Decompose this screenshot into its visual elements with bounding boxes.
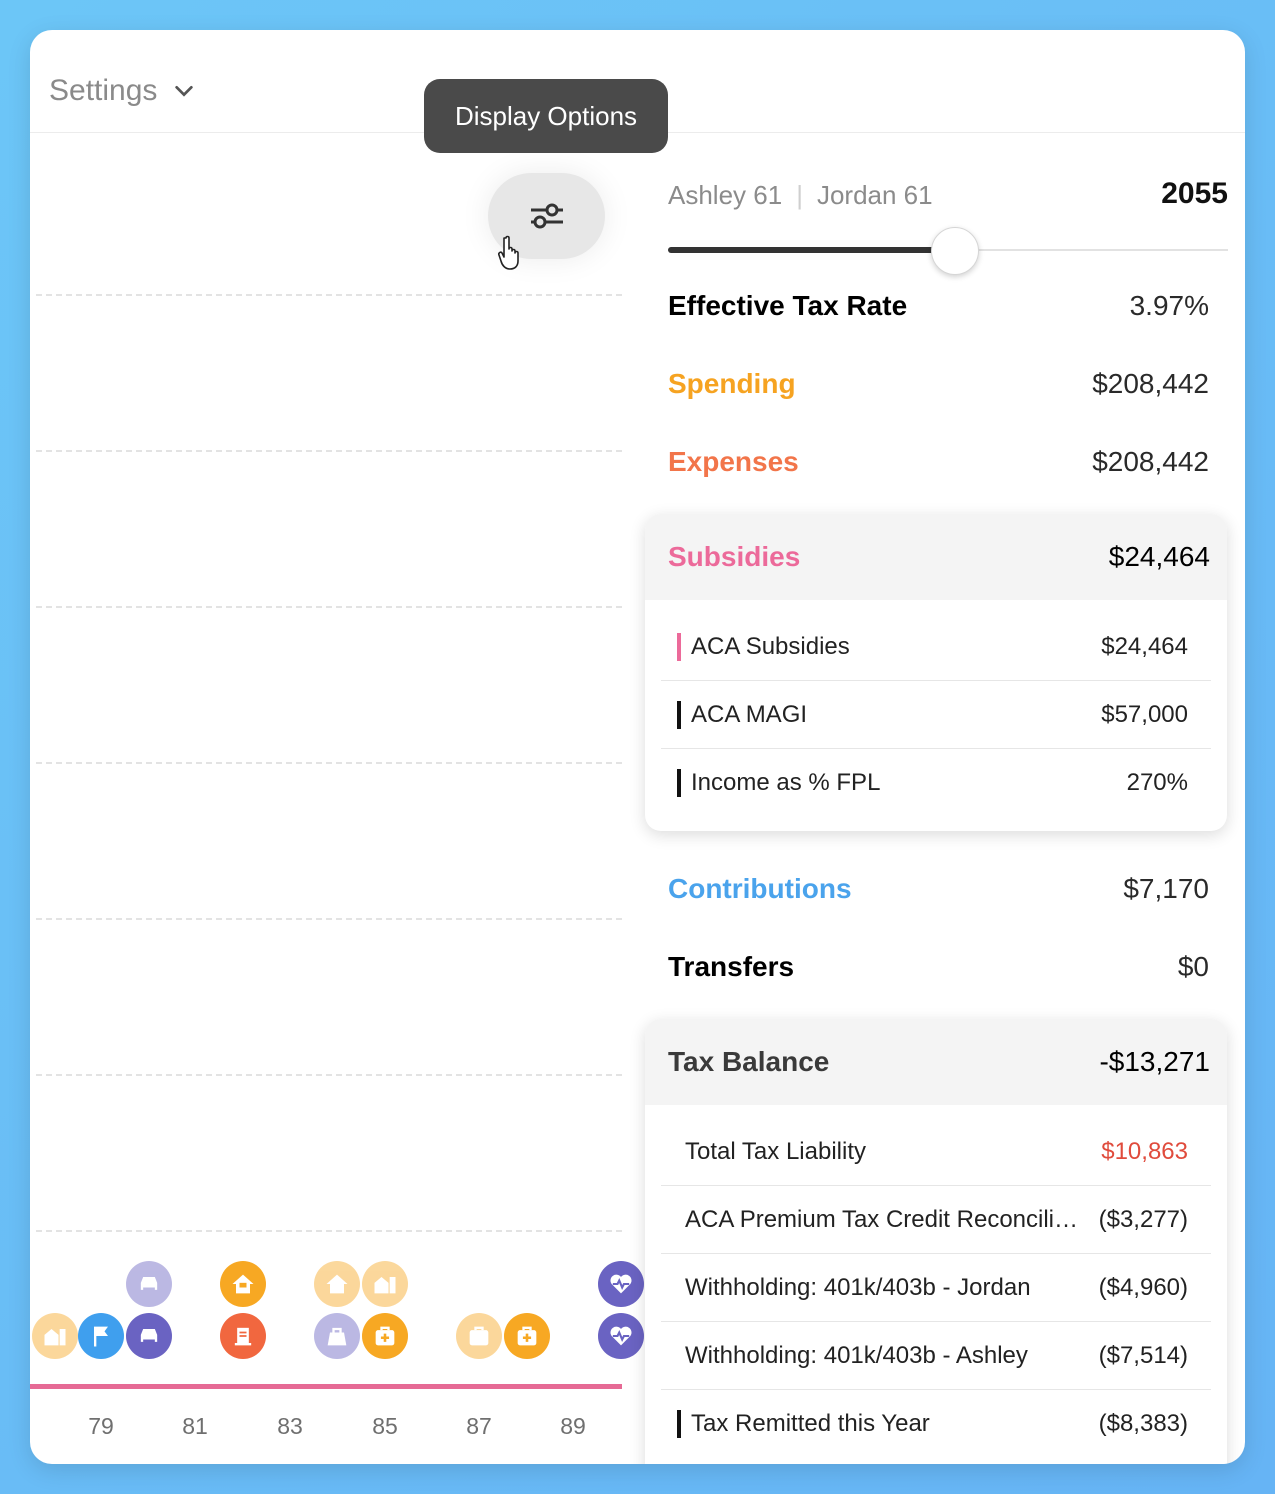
person2-age: Jordan 61 <box>816 180 933 210</box>
property-event-icon[interactable] <box>32 1313 78 1359</box>
settings-label: Settings <box>49 74 158 107</box>
item-value: ($7,514) <box>1098 1341 1188 1369</box>
x-tick: 85 <box>372 1413 398 1439</box>
x-tick: 83 <box>277 1413 303 1439</box>
list-item: Total Tax Liability $10,863 <box>661 1118 1211 1186</box>
row-label: Contributions <box>668 873 852 904</box>
list-item: Tax Remitted this Year ($8,383) <box>661 1390 1211 1457</box>
education-event-icon[interactable] <box>220 1313 266 1359</box>
item-label: Withholding: 401k/403b - Jordan <box>685 1273 1031 1301</box>
sliders-icon <box>530 203 563 229</box>
item-label: Income as % FPL <box>691 768 881 796</box>
item-value: $57,000 <box>1101 700 1188 728</box>
row-label: Expenses <box>668 446 799 477</box>
item-value: 270% <box>1126 768 1188 796</box>
summary-row-contributions[interactable]: Contributions $7,170 <box>668 873 1209 905</box>
item-marker <box>677 768 681 797</box>
row-label: Spending <box>668 368 796 399</box>
medical-event-icon[interactable] <box>456 1313 502 1359</box>
car-event-icon[interactable] <box>126 1261 172 1307</box>
property-event-icon[interactable] <box>362 1261 408 1307</box>
home-event-icon[interactable] <box>314 1261 360 1307</box>
gridline <box>36 294 622 296</box>
tax-balance-card: Tax Balance -$13,271 Total Tax Liability… <box>645 1019 1227 1464</box>
gridline <box>36 606 622 608</box>
chevron-down-icon <box>175 85 194 97</box>
person1-age: Ashley 61 <box>668 180 783 210</box>
timeline-chart: 79 81 83 85 87 89 <box>30 132 644 1464</box>
gridline <box>36 1074 622 1076</box>
x-tick: 81 <box>182 1413 208 1439</box>
item-label: Tax Remitted this Year <box>691 1409 930 1437</box>
car-event-icon[interactable] <box>126 1313 172 1359</box>
main-card: Settings 79 81 83 85 87 89 Display Optio… <box>30 30 1245 1464</box>
inheritance-event-icon[interactable] <box>314 1313 360 1359</box>
item-value: ($3,277) <box>1098 1205 1188 1233</box>
settings-dropdown[interactable]: Settings <box>49 74 195 108</box>
item-label: ACA Premium Tax Credit Reconciliation <box>685 1205 1087 1233</box>
item-marker <box>677 700 681 729</box>
item-marker <box>677 632 681 661</box>
list-item: Income as % FPL 270% <box>661 749 1211 816</box>
subsidies-value: $24,464 <box>1108 541 1210 572</box>
year-detail-panel: Ashley 61 | Jordan 61 2055 Effective Tax… <box>645 132 1245 1464</box>
x-tick: 87 <box>466 1413 492 1439</box>
item-value: $24,464 <box>1101 632 1188 660</box>
hand-cursor-icon <box>498 235 519 270</box>
row-value: $7,170 <box>1123 873 1209 904</box>
row-value: $208,442 <box>1092 446 1209 477</box>
person-ages: Ashley 61 | Jordan 61 <box>668 180 933 210</box>
list-item: ACA Premium Tax Credit Reconciliation ($… <box>661 1186 1211 1254</box>
tax-balance-header[interactable]: Tax Balance -$13,271 <box>645 1019 1227 1105</box>
medical-event-icon[interactable] <box>362 1313 408 1359</box>
row-value: 3.97% <box>1129 290 1209 321</box>
list-item: Withholding: 401k/403b - Jordan ($4,960) <box>661 1254 1211 1322</box>
health-event-icon[interactable] <box>598 1313 644 1359</box>
gridline <box>36 450 622 452</box>
selected-year: 2055 <box>1161 177 1228 210</box>
x-tick: 79 <box>88 1413 114 1439</box>
tax-balance-value: -$13,271 <box>1099 1046 1210 1077</box>
gridline <box>36 1230 622 1232</box>
item-value: $10,863 <box>1101 1137 1188 1165</box>
display-options-tooltip: Display Options <box>424 79 668 153</box>
item-label: ACA MAGI <box>691 700 808 728</box>
item-value: ($4,960) <box>1098 1273 1188 1301</box>
item-label: Withholding: 401k/403b - Ashley <box>685 1341 1028 1369</box>
year-slider-fill <box>668 247 954 253</box>
subsidies-label: Subsidies <box>668 541 801 572</box>
item-label: Total Tax Liability <box>685 1137 866 1165</box>
gridline <box>36 762 622 764</box>
subsidies-card: Subsidies $24,464 ACA Subsidies $24,464 … <box>645 514 1227 831</box>
item-label: ACA Subsidies <box>691 632 850 660</box>
row-label: Effective Tax Rate <box>668 290 908 321</box>
list-item: ACA Subsidies $24,464 <box>661 613 1211 681</box>
timeline-axis-line <box>30 1384 622 1389</box>
home-event-icon[interactable] <box>220 1261 266 1307</box>
list-item: Withholding: 401k/403b - Ashley ($7,514) <box>661 1322 1211 1390</box>
tax-balance-label: Tax Balance <box>668 1046 830 1077</box>
flag-event-icon[interactable] <box>78 1313 124 1359</box>
summary-row-transfers[interactable]: Transfers $0 <box>668 951 1209 983</box>
subsidies-header[interactable]: Subsidies $24,464 <box>645 514 1227 600</box>
row-label: Transfers <box>668 951 795 982</box>
item-marker <box>677 1409 681 1438</box>
row-value: $0 <box>1177 951 1209 982</box>
year-slider-thumb[interactable] <box>930 227 979 275</box>
health-event-icon[interactable] <box>598 1261 644 1307</box>
summary-row-tax-rate[interactable]: Effective Tax Rate 3.97% <box>668 290 1209 322</box>
row-value: $208,442 <box>1092 368 1209 399</box>
gridline <box>36 918 622 920</box>
summary-row-expenses[interactable]: Expenses $208,442 <box>668 446 1209 478</box>
list-item: ACA MAGI $57,000 <box>661 681 1211 749</box>
item-value: ($8,383) <box>1098 1409 1188 1437</box>
summary-row-spending[interactable]: Spending $208,442 <box>668 368 1209 400</box>
medical-event-icon[interactable] <box>504 1313 550 1359</box>
x-tick: 89 <box>560 1413 586 1439</box>
